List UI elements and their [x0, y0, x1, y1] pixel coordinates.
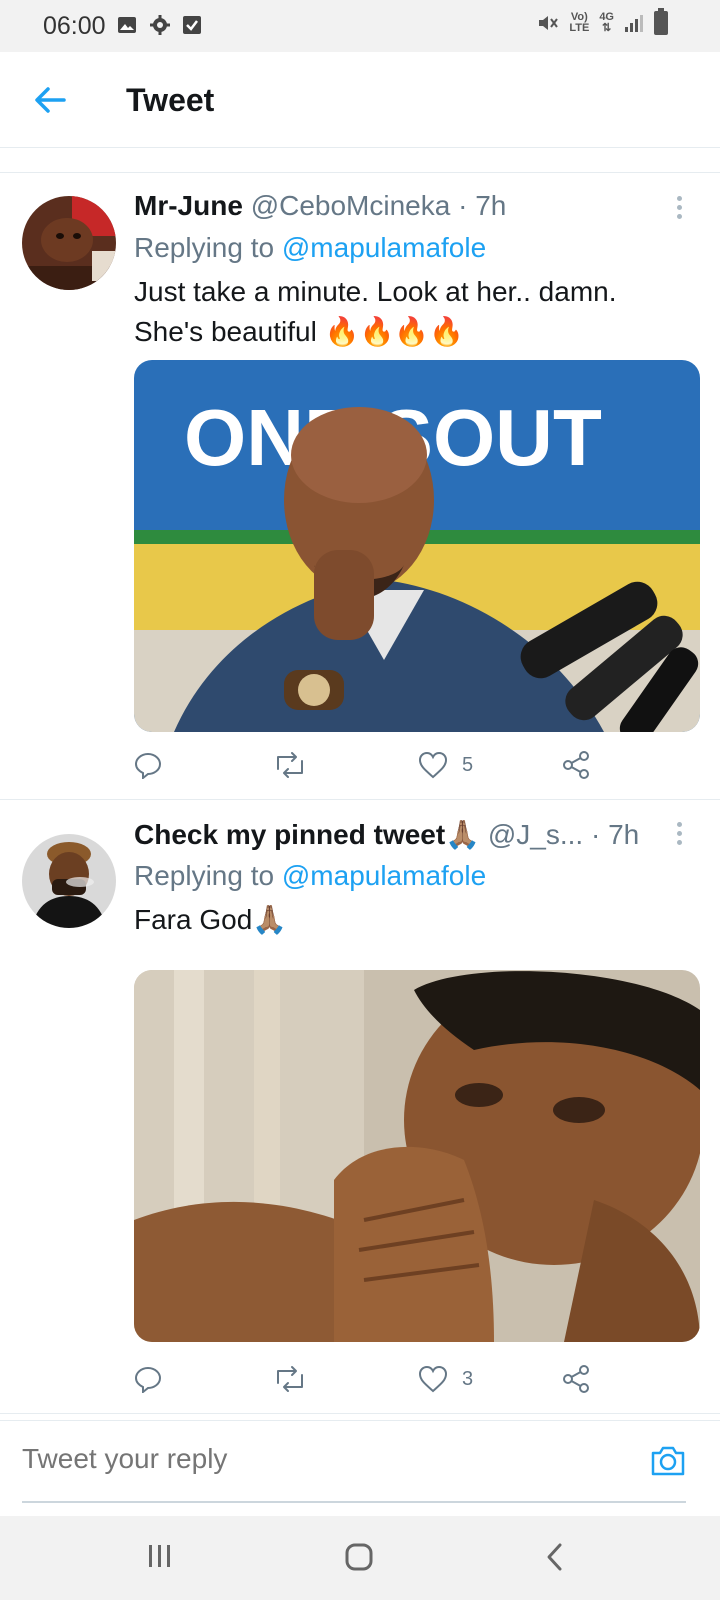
system-nav-bar: [0, 1516, 720, 1600]
more-dot-icon: [676, 831, 682, 836]
replying-to-line: Replying to @mapulamafole: [134, 860, 486, 892]
share-icon: [563, 751, 589, 779]
more-dot-icon: [676, 205, 682, 210]
recent-apps-icon[interactable]: [146, 1542, 174, 1570]
gallery-icon: [118, 17, 136, 33]
tweet-actions: 3: [134, 1362, 614, 1402]
more-dot-icon: [676, 822, 682, 827]
reply-action[interactable]: [134, 1362, 162, 1396]
heart-icon: [418, 751, 448, 779]
replying-prefix: Replying to: [134, 232, 275, 263]
tweet-header: Check my pinned tweet🙏🏽 @J_s... · 7h: [134, 818, 660, 851]
tweet-text: Fara God🙏🏽: [134, 900, 690, 940]
share-action[interactable]: [562, 748, 590, 782]
tweet-card[interactable]: Mr-June @CeboMcineka · 7h Replying to @m…: [0, 178, 720, 800]
like-count: 5: [462, 753, 474, 776]
tweet-actions: 5: [134, 748, 614, 788]
mention-link[interactable]: @mapulamafole: [282, 232, 486, 263]
status-bar: 06:00 Vo) LTE 4G ⇅: [0, 0, 720, 52]
reply-icon: [134, 752, 162, 779]
network-type: 4G ⇅: [599, 12, 614, 34]
signal-icon: [625, 15, 643, 32]
like-action[interactable]: 5: [418, 748, 473, 782]
user-handle[interactable]: @J_s...: [488, 819, 583, 850]
tweet-card[interactable]: Check my pinned tweet🙏🏽 @J_s... · 7h Rep…: [0, 814, 720, 1414]
tweet-image[interactable]: [134, 970, 700, 1342]
share-action[interactable]: [562, 1362, 590, 1396]
retweet-icon: [277, 1366, 303, 1392]
status-right-group: Vo) LTE 4G ⇅: [537, 8, 668, 35]
mention-link[interactable]: @mapulamafole: [282, 860, 486, 891]
tweet-text-line: Fara God🙏🏽: [134, 904, 288, 935]
data-arrows-icon: ⇅: [602, 22, 612, 34]
tweet-text: Just take a minute. Look at her.. damn. …: [134, 272, 690, 352]
like-count: 3: [462, 1367, 474, 1390]
tweet-image[interactable]: ONE SOUT: [134, 360, 700, 732]
user-handle[interactable]: @CeboMcineka: [251, 190, 451, 221]
reply-icon: [134, 1366, 162, 1393]
replying-prefix: Replying to: [134, 860, 275, 891]
status-time: 06:00: [43, 12, 106, 40]
retweet-icon: [277, 752, 303, 778]
retweet-action[interactable]: [274, 748, 306, 782]
more-options-button[interactable]: [674, 196, 684, 226]
battery-icon: [654, 8, 668, 35]
tweet-header: Mr-June @CeboMcineka · 7h: [134, 190, 660, 222]
more-dot-icon: [676, 840, 682, 845]
replying-to-line: Replying to @mapulamafole: [134, 232, 486, 264]
lte-label: LTE: [569, 22, 590, 34]
display-name[interactable]: Check my pinned tweet🙏🏽: [134, 819, 480, 850]
reply-input[interactable]: [22, 1443, 582, 1475]
display-name[interactable]: Mr-June: [134, 190, 243, 221]
tweet-text-line: Just take a minute. Look at her.. damn.: [134, 276, 617, 307]
avatar[interactable]: [22, 834, 116, 928]
more-dot-icon: [676, 214, 682, 219]
checkbox-notification-icon: [183, 16, 201, 34]
mute-icon: [539, 16, 559, 30]
home-icon[interactable]: [344, 1542, 374, 1572]
share-icon: [563, 1365, 589, 1393]
reply-composer: [0, 1420, 720, 1516]
reply-action[interactable]: [134, 748, 162, 782]
more-options-button[interactable]: [674, 822, 684, 852]
back-nav-icon[interactable]: [544, 1542, 566, 1572]
app-header: Tweet: [0, 52, 720, 148]
separator-dot: ·: [590, 819, 601, 850]
retweet-action[interactable]: [274, 1362, 306, 1396]
camera-icon[interactable]: [650, 1445, 686, 1477]
avatar[interactable]: [22, 196, 116, 290]
back-button[interactable]: [30, 82, 70, 118]
tweet-text-line: She's beautiful 🔥🔥🔥🔥: [134, 316, 465, 347]
page-title: Tweet: [126, 82, 215, 118]
heart-icon: [418, 1365, 448, 1393]
volte-indicator: Vo) LTE: [569, 12, 589, 34]
tweet-time: 7h: [608, 819, 640, 850]
settings-gear-icon: [150, 15, 170, 35]
input-underline: [22, 1501, 686, 1503]
like-action[interactable]: 3: [418, 1362, 473, 1396]
tweet-time: 7h: [475, 190, 507, 221]
more-dot-icon: [676, 196, 682, 201]
separator-dot: ·: [458, 190, 468, 221]
